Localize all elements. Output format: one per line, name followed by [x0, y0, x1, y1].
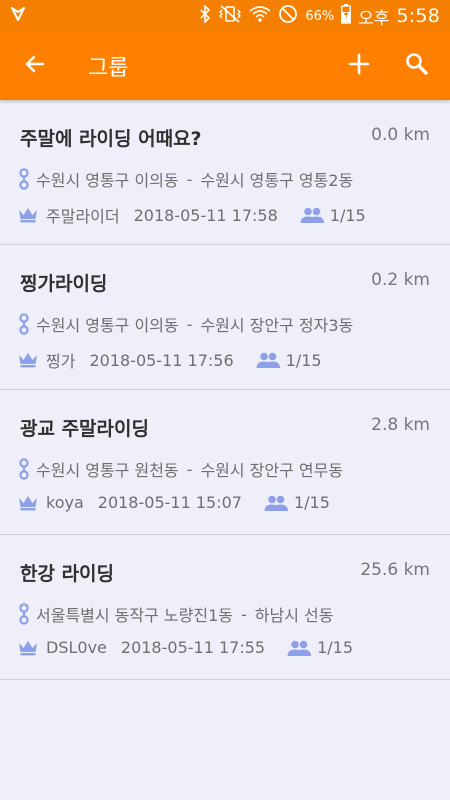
- group-title: 광교 주말라이딩: [20, 418, 149, 440]
- route-icon: [18, 603, 30, 625]
- app-notification-icon: [10, 6, 26, 26]
- wifi-icon: [249, 5, 271, 27]
- battery-percent: 66%: [305, 8, 335, 24]
- group-title: 한강 라이딩: [20, 563, 115, 585]
- group-datetime: 2018-05-11 15:07: [97, 493, 242, 512]
- group-route: 수원시 영통구 이의동 - 수원시 장안구 정자3동: [18, 312, 353, 336]
- group-leader: 찡가: [46, 352, 76, 371]
- people-icon: [300, 207, 324, 223]
- route-separator: -: [241, 604, 247, 624]
- group-distance: 0.2 km: [371, 270, 430, 290]
- route-to: 수원시 장안구 정자3동: [200, 316, 354, 335]
- group-leader: 주말라이더: [46, 207, 120, 226]
- search-button[interactable]: [392, 41, 442, 91]
- route-from: 서울특별시 동작구 노량진1동: [36, 606, 233, 625]
- group-route: 수원시 영통구 원천동 - 수원시 장안구 연무동: [18, 457, 343, 481]
- route-to: 수원시 영통구 영통2동: [200, 171, 354, 190]
- people-icon: [264, 495, 288, 511]
- plus-icon: [348, 53, 370, 79]
- group-member-count: 1/15: [293, 493, 330, 512]
- vibrate-icon: [218, 5, 242, 27]
- route-from: 수원시 영통구 이의동: [36, 171, 179, 190]
- search-icon: [404, 51, 430, 81]
- bluetooth-icon: [199, 4, 211, 27]
- route-to: 수원시 장안구 연무동: [200, 461, 344, 480]
- group-member-count: 1/15: [317, 638, 354, 657]
- group-datetime: 2018-05-11 17:56: [89, 350, 234, 370]
- group-route: 수원시 영통구 이의동 - 수원시 영통구 영통2동: [18, 167, 353, 191]
- crown-icon: [18, 495, 38, 511]
- back-button[interactable]: [10, 41, 60, 91]
- group-distance: 2.8 km: [371, 415, 430, 435]
- route-separator: -: [186, 459, 193, 479]
- route-to: 하남시 선동: [254, 606, 334, 625]
- route-icon: [18, 168, 30, 190]
- group-leader: koya: [46, 493, 84, 512]
- group-meta: 찡가 2018-05-11 17:56 1/15: [18, 348, 322, 372]
- clock-time: 5:58: [396, 5, 440, 27]
- crown-icon: [18, 640, 38, 656]
- crown-icon: [18, 352, 38, 368]
- status-bar: 66% 오후 5:58: [0, 0, 450, 32]
- group-meta: 주말라이더 2018-05-11 17:58 1/15: [18, 203, 366, 227]
- group-meta: DSL0ve 2018-05-11 17:55 1/15: [18, 638, 353, 657]
- route-separator: -: [186, 169, 193, 189]
- crown-icon: [18, 207, 38, 223]
- route-from: 수원시 영통구 원천동: [36, 461, 179, 480]
- group-datetime: 2018-05-11 17:58: [133, 205, 278, 225]
- group-title: 찡가라이딩: [20, 273, 108, 295]
- app-bar: 그룹: [0, 32, 450, 100]
- group-list-item[interactable]: 찡가라이딩 0.2 km 수원시 영통구 이의동 - 수원시 장안구 정자3동 …: [0, 245, 450, 390]
- group-member-count: 1/15: [329, 205, 366, 225]
- add-group-button[interactable]: [334, 41, 384, 91]
- route-separator: -: [186, 314, 193, 334]
- group-list-item[interactable]: 한강 라이딩 25.6 km 서울특별시 동작구 노량진1동 - 하남시 선동 …: [0, 535, 450, 680]
- do-not-disturb-icon: [278, 4, 298, 28]
- group-title: 주말에 라이딩 어때요?: [20, 128, 202, 150]
- group-distance: 25.6 km: [360, 560, 430, 580]
- group-list-item[interactable]: 광교 주말라이딩 2.8 km 수원시 영통구 원천동 - 수원시 장안구 연무…: [0, 390, 450, 535]
- clock-ampm: 오후: [358, 8, 390, 29]
- group-leader: DSL0ve: [46, 638, 107, 657]
- group-meta: koya 2018-05-11 15:07 1/15: [18, 493, 330, 512]
- route-icon: [18, 458, 30, 480]
- people-icon: [287, 640, 312, 656]
- battery-charging-icon: [341, 4, 352, 28]
- group-list: 주말에 라이딩 어때요? 0.0 km 수원시 영통구 이의동 - 수원시 영통…: [0, 100, 450, 680]
- route-icon: [18, 313, 30, 335]
- arrow-left-icon: [23, 52, 47, 80]
- page-title: 그룹: [88, 56, 129, 81]
- group-route: 서울특별시 동작구 노량진1동 - 하남시 선동: [18, 602, 333, 626]
- group-member-count: 1/15: [285, 350, 322, 370]
- group-datetime: 2018-05-11 17:55: [120, 638, 266, 657]
- group-list-item[interactable]: 주말에 라이딩 어때요? 0.0 km 수원시 영통구 이의동 - 수원시 영통…: [0, 100, 450, 245]
- people-icon: [256, 352, 280, 368]
- route-from: 수원시 영통구 이의동: [36, 316, 179, 335]
- group-distance: 0.0 km: [371, 125, 430, 145]
